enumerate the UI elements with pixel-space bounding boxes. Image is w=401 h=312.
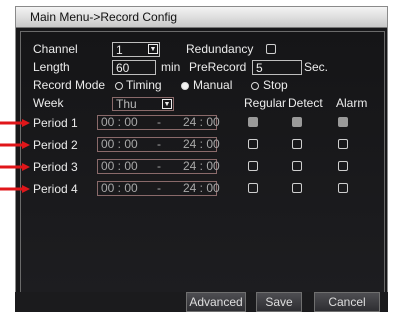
prerecord-label: PreRecord xyxy=(189,60,247,74)
length-label: Length xyxy=(33,60,70,74)
radio-manual[interactable] xyxy=(181,82,189,90)
checkbox-detect[interactable] xyxy=(292,183,302,193)
period-start: 00 : 00 xyxy=(101,159,138,173)
advanced-button[interactable]: Advanced xyxy=(186,292,246,312)
period-end: 24 : 00 xyxy=(183,159,220,173)
title-bar: Main Menu->Record Config xyxy=(16,7,387,28)
redundancy-label: Redundancy xyxy=(186,42,254,56)
checkbox-alarm[interactable] xyxy=(338,139,348,149)
period-time-range[interactable]: 00 : 00 - 24 : 00 xyxy=(97,115,220,130)
week-value: Thu xyxy=(116,97,137,111)
save-button[interactable]: Save xyxy=(256,292,302,312)
checkbox-regular[interactable] xyxy=(248,161,258,171)
cancel-button[interactable]: Cancel xyxy=(314,292,380,312)
period-sep: - xyxy=(157,159,161,173)
length-unit: min xyxy=(161,60,181,74)
radio-stop[interactable] xyxy=(251,82,259,90)
period-time-range[interactable]: 00 : 00 - 24 : 00 xyxy=(97,159,220,174)
chevron-down-icon: ▼ xyxy=(148,44,158,54)
chevron-down-icon: ▼ xyxy=(162,99,172,109)
week-select[interactable]: Thu ▼ xyxy=(112,97,174,111)
checkbox-alarm[interactable] xyxy=(338,117,348,127)
period-sep: - xyxy=(157,137,161,151)
column-detect: Detect xyxy=(288,96,323,110)
period-sep: - xyxy=(157,115,161,129)
prerecord-unit: Sec. xyxy=(304,60,329,74)
period-start: 00 : 00 xyxy=(101,115,138,129)
period-end: 24 : 00 xyxy=(183,137,220,151)
column-alarm: Alarm xyxy=(336,96,368,110)
period-start: 00 : 00 xyxy=(101,181,138,195)
checkbox-regular[interactable] xyxy=(248,183,258,193)
channel-value: 1 xyxy=(116,43,123,57)
annotation-arrow-icon xyxy=(0,185,30,193)
redundancy-checkbox[interactable] xyxy=(266,44,276,54)
period-label: Period 4 xyxy=(33,182,78,196)
checkbox-regular[interactable] xyxy=(248,117,258,127)
checkbox-alarm[interactable] xyxy=(338,183,348,193)
period-time-range[interactable]: 00 : 00 - 24 : 00 xyxy=(97,181,220,196)
radio-manual-label: Manual xyxy=(193,78,233,92)
period-label: Period 2 xyxy=(33,138,78,152)
checkbox-detect[interactable] xyxy=(292,117,302,127)
checkbox-detect[interactable] xyxy=(292,161,302,171)
period-time-range[interactable]: 00 : 00 - 24 : 00 xyxy=(97,137,220,152)
period-label: Period 3 xyxy=(33,160,78,174)
channel-label: Channel xyxy=(33,42,78,56)
channel-select[interactable]: 1 ▼ xyxy=(112,42,160,57)
period-sep: - xyxy=(157,181,161,195)
radio-stop-label: Stop xyxy=(263,78,288,92)
checkbox-regular[interactable] xyxy=(248,139,258,149)
annotation-arrow-icon xyxy=(0,163,30,171)
annotation-arrow-icon xyxy=(0,141,30,149)
length-input[interactable]: 60 xyxy=(112,60,156,75)
column-regular: Regular xyxy=(244,96,287,110)
radio-timing[interactable] xyxy=(115,82,123,90)
checkbox-detect[interactable] xyxy=(292,139,302,149)
prerecord-input[interactable]: 5 xyxy=(252,60,302,75)
window-title: Main Menu->Record Config xyxy=(30,10,178,24)
record-mode-label: Record Mode xyxy=(33,78,106,92)
week-label: Week xyxy=(33,96,64,110)
period-end: 24 : 00 xyxy=(183,115,220,129)
period-label: Period 1 xyxy=(33,116,78,130)
period-start: 00 : 00 xyxy=(101,137,138,151)
checkbox-alarm[interactable] xyxy=(338,161,348,171)
radio-timing-label: Timing xyxy=(126,78,162,92)
annotation-arrow-icon xyxy=(0,119,30,127)
period-end: 24 : 00 xyxy=(183,181,220,195)
